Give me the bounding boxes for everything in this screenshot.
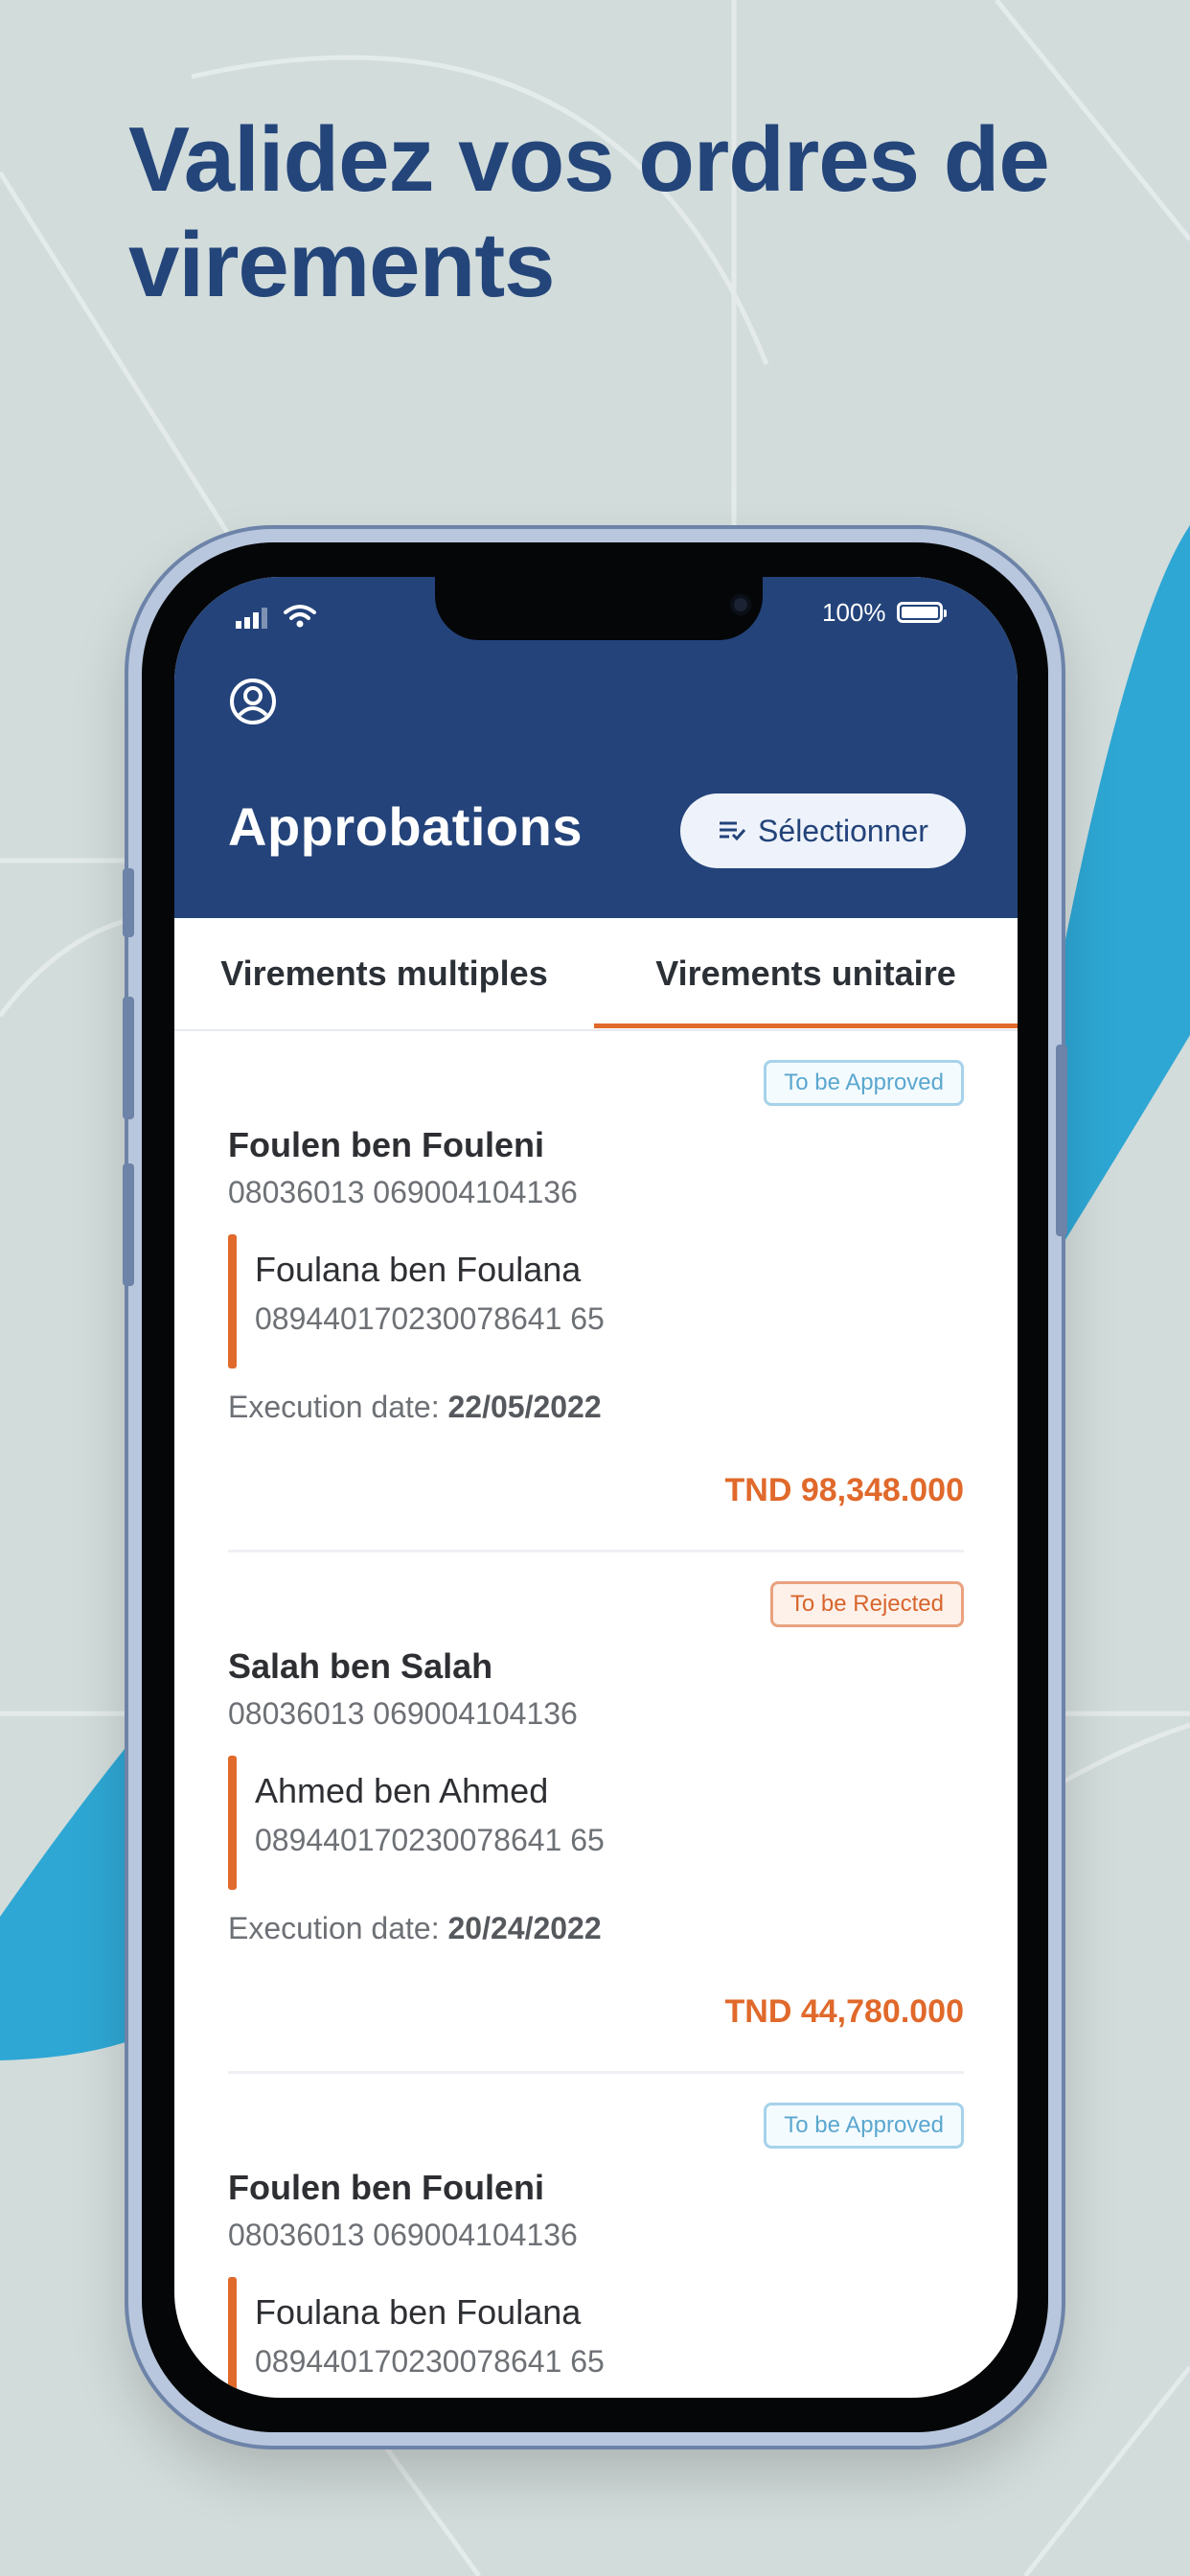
receiver-accent-bar bbox=[228, 2277, 237, 2398]
sender-name: Salah ben Salah bbox=[228, 1646, 493, 1686]
phone-notch bbox=[435, 577, 763, 640]
phone-mute-switch bbox=[123, 868, 134, 937]
page-title: Approbations bbox=[228, 796, 583, 857]
sender-account: 08036013 069004104136 bbox=[228, 1696, 578, 1731]
transfer-amount: TND 98,348.000 bbox=[724, 1472, 965, 1508]
sender-name: Foulen ben Fouleni bbox=[228, 1125, 544, 1164]
receiver-account: 089440170230078641 65 bbox=[255, 1823, 605, 1857]
status-bar-left bbox=[236, 604, 316, 629]
sender-account: 08036013 069004104136 bbox=[228, 1175, 578, 1209]
execution-date-value: 22/05/2022 bbox=[447, 1390, 602, 1424]
app-header: 100% Approbations Sélectionner bbox=[174, 577, 1018, 918]
status-badge: To be Rejected bbox=[769, 1581, 964, 1627]
receiver-name: Foulana ben Foulana bbox=[255, 2292, 582, 2332]
status-badge: To be Approved bbox=[764, 2103, 964, 2149]
receiver-accent-bar bbox=[228, 1234, 237, 1368]
tab-virements-multiples[interactable]: Virements multiples bbox=[174, 918, 594, 1029]
battery-icon bbox=[897, 602, 947, 623]
phone-volume-up bbox=[123, 997, 134, 1119]
active-tab-indicator bbox=[594, 1024, 1018, 1028]
transfer-tabs: Virements multiples Virements unitaire bbox=[174, 918, 1018, 1031]
execution-date-label: Execution date: bbox=[228, 1390, 440, 1424]
transfer-amount: TND 44,780.000 bbox=[724, 1993, 965, 2030]
transfer-card[interactable]: To be Approved Foulen ben Fouleni 080360… bbox=[174, 1031, 1018, 1552]
receiver-name: Ahmed ben Ahmed bbox=[255, 1771, 549, 1810]
transfer-list: To be Approved Foulen ben Fouleni 080360… bbox=[174, 1031, 1018, 2398]
profile-icon[interactable] bbox=[228, 677, 278, 726]
transfer-card[interactable]: To be Rejected Salah ben Salah 08036013 … bbox=[174, 1552, 1018, 2074]
select-button-label: Sélectionner bbox=[758, 813, 928, 848]
tab-virements-unitaire[interactable]: Virements unitaire bbox=[594, 918, 1018, 1029]
wifi-icon bbox=[284, 605, 316, 628]
execution-date-value: 20/24/2022 bbox=[447, 1911, 602, 1945]
receiver-name: Foulana ben Foulana bbox=[255, 1250, 582, 1289]
status-badge: To be Approved bbox=[764, 1060, 964, 1106]
execution-date-label: Execution date: bbox=[228, 1911, 440, 1945]
transfer-card[interactable]: To be Approved Foulen ben Fouleni 080360… bbox=[174, 2074, 1018, 2398]
camera-icon bbox=[730, 594, 751, 615]
sender-account: 08036013 069004104136 bbox=[228, 2218, 578, 2252]
list-check-icon bbox=[720, 821, 746, 841]
phone-screen: 100% Approbations Sélectionner Virements… bbox=[174, 577, 1018, 2398]
execution-date: Execution date: 22/05/2022 bbox=[228, 1390, 602, 1425]
phone-power-button bbox=[1056, 1045, 1067, 1236]
receiver-account: 089440170230078641 65 bbox=[255, 2344, 605, 2379]
signal-icon bbox=[236, 608, 267, 629]
sender-name: Foulen ben Fouleni bbox=[228, 2168, 544, 2207]
page-headline: Validez vos ordres de virements bbox=[128, 108, 1050, 316]
receiver-account: 089440170230078641 65 bbox=[255, 1301, 605, 1336]
battery-percentage: 100% bbox=[822, 598, 886, 627]
execution-date: Execution date: 20/24/2022 bbox=[228, 1911, 602, 1946]
phone-volume-down bbox=[123, 1163, 134, 1286]
select-button[interactable]: Sélectionner bbox=[680, 794, 966, 868]
receiver-accent-bar bbox=[228, 1756, 237, 1890]
